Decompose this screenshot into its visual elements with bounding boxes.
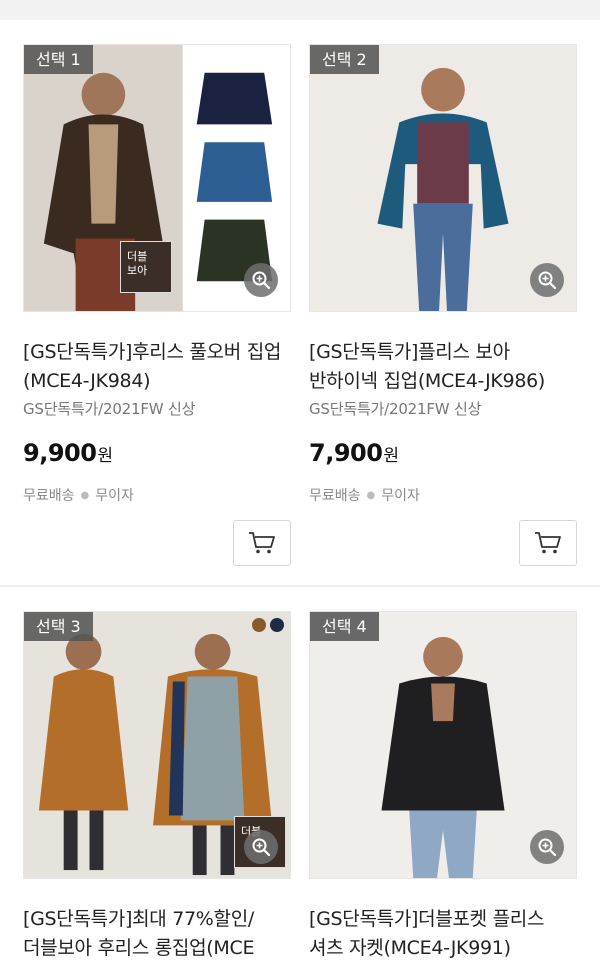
color-swatches bbox=[252, 618, 284, 632]
installment-tag: 무이자 bbox=[95, 488, 134, 504]
product-card-2[interactable]: 선택 2 [GS단독특가]플리스 보아 반하이넥 집업(MCE4-JK986) … bbox=[309, 44, 577, 566]
selection-badge: 선택 3 bbox=[24, 612, 93, 641]
selection-badge: 선택 2 bbox=[310, 45, 379, 74]
selection-badge: 선택 4 bbox=[310, 612, 379, 641]
product-tags: 무료배송 ● 무이자 bbox=[23, 485, 291, 505]
section-divider bbox=[0, 585, 600, 587]
product-price: 7,900 원 bbox=[309, 439, 577, 467]
cart-icon bbox=[249, 532, 275, 554]
price-currency: 원 bbox=[383, 446, 400, 466]
add-to-cart-button[interactable] bbox=[519, 520, 577, 566]
top-bar bbox=[0, 0, 600, 20]
cart-icon bbox=[535, 532, 561, 554]
product-image[interactable]: 선택 2 bbox=[309, 44, 577, 312]
product-price: 9,900 원 bbox=[23, 439, 291, 467]
separator-dot: ● bbox=[366, 489, 376, 501]
color-swatch-brown bbox=[252, 618, 266, 632]
product-card-3[interactable]: 선택 3 더블 [GS단독특가]최대 77%할인/더블보아 후리스 롱집업(MC… bbox=[23, 611, 291, 963]
price-value: 9,900 bbox=[23, 439, 97, 467]
price-currency: 원 bbox=[97, 446, 114, 466]
product-title[interactable]: [GS단독특가]플리스 보아 반하이넥 집업(MCE4-JK986) bbox=[309, 338, 577, 396]
product-title[interactable]: [GS단독특가]더블포켓 플리스 셔츠 자켓(MCE4-JK991) bbox=[309, 905, 577, 963]
selection-badge: 선택 1 bbox=[24, 45, 93, 74]
shipping-tag: 무료배송 bbox=[309, 488, 361, 504]
product-card-1[interactable]: 선택 1 더블 보아 [GS단독특가]후리스 풀오버 집업(MCE4-JK984… bbox=[23, 44, 291, 566]
product-title[interactable]: [GS단독특가]최대 77%할인/더블보아 후리스 롱집업(MCE bbox=[23, 905, 291, 963]
zoom-icon[interactable] bbox=[530, 263, 564, 297]
product-image[interactable]: 선택 4 bbox=[309, 611, 577, 879]
shipping-tag: 무료배송 bbox=[23, 488, 75, 504]
zoom-icon[interactable] bbox=[244, 263, 278, 297]
product-subtitle: GS단독특가/2021FW 신상 bbox=[309, 400, 482, 418]
separator-dot: ● bbox=[80, 489, 90, 501]
price-value: 7,900 bbox=[309, 439, 383, 467]
product-tags: 무료배송 ● 무이자 bbox=[309, 485, 577, 505]
double-boa-tag: 더블 보아 bbox=[120, 241, 172, 293]
product-image[interactable]: 선택 1 더블 보아 bbox=[23, 44, 291, 312]
installment-tag: 무이자 bbox=[381, 488, 420, 504]
product-image[interactable]: 선택 3 더블 bbox=[23, 611, 291, 879]
color-swatch-navy bbox=[270, 618, 284, 632]
product-title[interactable]: [GS단독특가]후리스 풀오버 집업(MCE4-JK984) bbox=[23, 338, 291, 396]
product-card-4[interactable]: 선택 4 [GS단독특가]더블포켓 플리스 셔츠 자켓(MCE4-JK991) bbox=[309, 611, 577, 963]
zoom-icon[interactable] bbox=[530, 830, 564, 864]
zoom-icon[interactable] bbox=[244, 830, 278, 864]
add-to-cart-button[interactable] bbox=[233, 520, 291, 566]
product-subtitle: GS단독특가/2021FW 신상 bbox=[23, 400, 196, 418]
